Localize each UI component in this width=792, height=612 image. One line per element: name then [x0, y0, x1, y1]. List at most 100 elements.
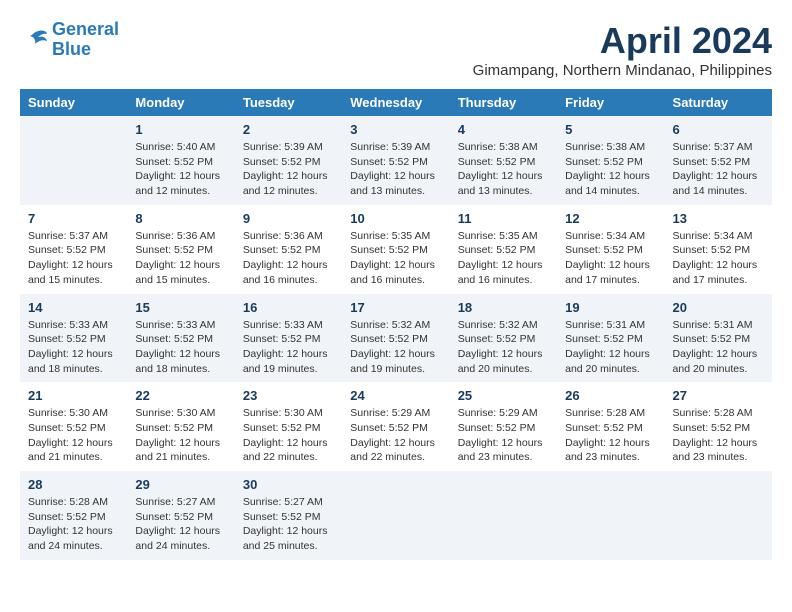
- column-header-friday: Friday: [557, 89, 664, 116]
- day-info: Sunrise: 5:31 AMSunset: 5:52 PMDaylight:…: [565, 318, 656, 377]
- day-number: 20: [673, 300, 764, 315]
- day-info: Sunrise: 5:28 AMSunset: 5:52 PMDaylight:…: [565, 406, 656, 465]
- day-cell: 11 Sunrise: 5:35 AMSunset: 5:52 PMDayligh…: [450, 205, 557, 294]
- day-cell: 29 Sunrise: 5:27 AMSunset: 5:52 PMDayligh…: [127, 471, 234, 560]
- day-info: Sunrise: 5:33 AMSunset: 5:52 PMDaylight:…: [135, 318, 226, 377]
- day-info: Sunrise: 5:32 AMSunset: 5:52 PMDaylight:…: [350, 318, 441, 377]
- day-cell: [20, 116, 127, 205]
- day-info: Sunrise: 5:30 AMSunset: 5:52 PMDaylight:…: [28, 406, 119, 465]
- day-cell: 2Sunrise: 5:39 AMSunset: 5:52 PMDaylight…: [235, 116, 342, 205]
- day-cell: 17 Sunrise: 5:32 AMSunset: 5:52 PMDayligh…: [342, 294, 449, 383]
- day-cell: 25 Sunrise: 5:29 AMSunset: 5:52 PMDayligh…: [450, 382, 557, 471]
- day-number: 10: [350, 211, 441, 226]
- day-cell: 4 Sunrise: 5:38 AMSunset: 5:52 PMDaylight…: [450, 116, 557, 205]
- day-number: 30: [243, 477, 334, 492]
- column-header-tuesday: Tuesday: [235, 89, 342, 116]
- day-cell: 6 Sunrise: 5:37 AMSunset: 5:52 PMDaylight…: [665, 116, 772, 205]
- day-info: Sunrise: 5:28 AMSunset: 5:52 PMDaylight:…: [28, 495, 119, 554]
- day-info: Sunrise: 5:36 AMSunset: 5:52 PMDaylight:…: [243, 229, 334, 288]
- day-cell: 8Sunrise: 5:36 AMSunset: 5:52 PMDaylight…: [127, 205, 234, 294]
- day-cell: 24 Sunrise: 5:29 AMSunset: 5:52 PMDayligh…: [342, 382, 449, 471]
- day-number: 16: [243, 300, 334, 315]
- day-info: Sunrise: 5:32 AMSunset: 5:52 PMDaylight:…: [458, 318, 549, 377]
- day-cell: 27 Sunrise: 5:28 AMSunset: 5:52 PMDayligh…: [665, 382, 772, 471]
- day-cell: 22 Sunrise: 5:30 AMSunset: 5:52 PMDayligh…: [127, 382, 234, 471]
- day-info: Sunrise: 5:36 AMSunset: 5:52 PMDaylight:…: [135, 229, 226, 288]
- day-cell: [342, 471, 449, 560]
- week-row-3: 14 Sunrise: 5:33 AMSunset: 5:52 PMDayligh…: [20, 294, 772, 383]
- day-cell: 5Sunrise: 5:38 AMSunset: 5:52 PMDaylight…: [557, 116, 664, 205]
- day-info: Sunrise: 5:33 AMSunset: 5:52 PMDaylight:…: [243, 318, 334, 377]
- day-number: 9: [243, 211, 334, 226]
- day-info: Sunrise: 5:34 AMSunset: 5:52 PMDaylight:…: [673, 229, 764, 288]
- column-header-thursday: Thursday: [450, 89, 557, 116]
- day-number: 19: [565, 300, 656, 315]
- day-cell: [557, 471, 664, 560]
- day-info: Sunrise: 5:27 AMSunset: 5:52 PMDaylight:…: [243, 495, 334, 554]
- day-info: Sunrise: 5:37 AMSunset: 5:52 PMDaylight:…: [673, 140, 764, 199]
- day-number: 3: [350, 122, 441, 137]
- day-number: 24: [350, 388, 441, 403]
- day-number: 18: [458, 300, 549, 315]
- day-cell: 28 Sunrise: 5:28 AMSunset: 5:52 PMDayligh…: [20, 471, 127, 560]
- day-number: 5: [565, 122, 656, 137]
- calendar-table: SundayMondayTuesdayWednesdayThursdayFrid…: [20, 89, 772, 560]
- day-cell: 7 Sunrise: 5:37 AMSunset: 5:52 PMDaylight…: [20, 205, 127, 294]
- column-header-sunday: Sunday: [20, 89, 127, 116]
- column-header-monday: Monday: [127, 89, 234, 116]
- day-cell: 30 Sunrise: 5:27 AMSunset: 5:52 PMDayligh…: [235, 471, 342, 560]
- day-info: Sunrise: 5:38 AMSunset: 5:52 PMDaylight:…: [458, 140, 549, 199]
- day-number: 1: [135, 122, 226, 137]
- day-cell: 26 Sunrise: 5:28 AMSunset: 5:52 PMDayligh…: [557, 382, 664, 471]
- day-cell: 9 Sunrise: 5:36 AMSunset: 5:52 PMDaylight…: [235, 205, 342, 294]
- day-info: Sunrise: 5:27 AMSunset: 5:52 PMDaylight:…: [135, 495, 226, 554]
- day-number: 15: [135, 300, 226, 315]
- day-info: Sunrise: 5:28 AMSunset: 5:52 PMDaylight:…: [673, 406, 764, 465]
- day-cell: 21Sunrise: 5:30 AMSunset: 5:52 PMDayligh…: [20, 382, 127, 471]
- day-info: Sunrise: 5:35 AMSunset: 5:52 PMDaylight:…: [458, 229, 549, 288]
- day-number: 29: [135, 477, 226, 492]
- day-number: 28: [28, 477, 119, 492]
- day-info: Sunrise: 5:31 AMSunset: 5:52 PMDaylight:…: [673, 318, 764, 377]
- calendar-header-row: SundayMondayTuesdayWednesdayThursdayFrid…: [20, 89, 772, 116]
- day-info: Sunrise: 5:29 AMSunset: 5:52 PMDaylight:…: [350, 406, 441, 465]
- day-info: Sunrise: 5:37 AMSunset: 5:52 PMDaylight:…: [28, 229, 119, 288]
- day-number: 4: [458, 122, 549, 137]
- day-cell: 14 Sunrise: 5:33 AMSunset: 5:52 PMDayligh…: [20, 294, 127, 383]
- week-row-4: 21Sunrise: 5:30 AMSunset: 5:52 PMDayligh…: [20, 382, 772, 471]
- day-number: 13: [673, 211, 764, 226]
- day-cell: 1 Sunrise: 5:40 AMSunset: 5:52 PMDaylight…: [127, 116, 234, 205]
- day-number: 25: [458, 388, 549, 403]
- day-cell: 20 Sunrise: 5:31 AMSunset: 5:52 PMDayligh…: [665, 294, 772, 383]
- day-number: 17: [350, 300, 441, 315]
- day-info: Sunrise: 5:35 AMSunset: 5:52 PMDaylight:…: [350, 229, 441, 288]
- calendar-body: 1 Sunrise: 5:40 AMSunset: 5:52 PMDaylight…: [20, 116, 772, 560]
- logo-text: General Blue: [52, 20, 119, 60]
- day-cell: 15 Sunrise: 5:33 AMSunset: 5:52 PMDayligh…: [127, 294, 234, 383]
- day-number: 12: [565, 211, 656, 226]
- day-cell: 12Sunrise: 5:34 AMSunset: 5:52 PMDayligh…: [557, 205, 664, 294]
- day-cell: [665, 471, 772, 560]
- day-info: Sunrise: 5:33 AMSunset: 5:52 PMDaylight:…: [28, 318, 119, 377]
- day-info: Sunrise: 5:29 AMSunset: 5:52 PMDaylight:…: [458, 406, 549, 465]
- day-number: 27: [673, 388, 764, 403]
- day-info: Sunrise: 5:40 AMSunset: 5:52 PMDaylight:…: [135, 140, 226, 199]
- day-cell: 23Sunrise: 5:30 AMSunset: 5:52 PMDayligh…: [235, 382, 342, 471]
- day-number: 6: [673, 122, 764, 137]
- day-number: 14: [28, 300, 119, 315]
- title-section: April 2024 Gimampang, Northern Mindanao,…: [473, 20, 772, 79]
- week-row-2: 7 Sunrise: 5:37 AMSunset: 5:52 PMDaylight…: [20, 205, 772, 294]
- day-cell: [450, 471, 557, 560]
- logo: General Blue: [20, 20, 119, 60]
- day-number: 22: [135, 388, 226, 403]
- day-cell: 13 Sunrise: 5:34 AMSunset: 5:52 PMDayligh…: [665, 205, 772, 294]
- column-header-wednesday: Wednesday: [342, 89, 449, 116]
- day-number: 26: [565, 388, 656, 403]
- day-number: 11: [458, 211, 549, 226]
- day-info: Sunrise: 5:30 AMSunset: 5:52 PMDaylight:…: [135, 406, 226, 465]
- day-number: 7: [28, 211, 119, 226]
- week-row-5: 28 Sunrise: 5:28 AMSunset: 5:52 PMDayligh…: [20, 471, 772, 560]
- calendar-title: April 2024: [473, 20, 772, 62]
- day-cell: 3Sunrise: 5:39 AMSunset: 5:52 PMDaylight…: [342, 116, 449, 205]
- logo-icon: [20, 29, 48, 51]
